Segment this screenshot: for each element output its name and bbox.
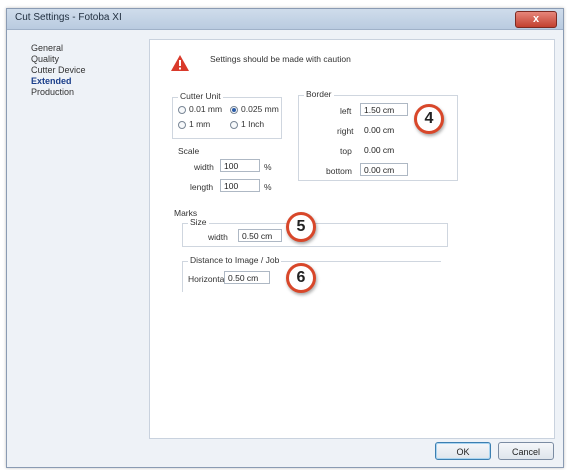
radio-0-01-mm-label: 0.01 mm	[189, 104, 223, 114]
nav-item-cutter-device[interactable]: Cutter Device	[31, 65, 141, 76]
radio-0-025-mm-label: 0.025 mm	[241, 104, 279, 114]
scale-width-input[interactable]: 100	[220, 159, 260, 172]
warning-text: Settings should be made with caution	[210, 54, 351, 64]
horizontal-input[interactable]: 0.50 cm	[224, 271, 270, 284]
horizontal-label: Horizontal	[188, 274, 227, 284]
radio-0-01-mm[interactable]	[178, 106, 186, 114]
close-icon: x	[532, 13, 540, 25]
scale-length-label: length	[190, 182, 214, 192]
border-top-label: top	[340, 146, 352, 156]
cutter-unit-label: Cutter Unit	[178, 91, 223, 101]
marks-width-input[interactable]: 0.50 cm	[238, 229, 282, 242]
radio-1-inch[interactable]	[230, 121, 238, 129]
settings-panel: Settings should be made with caution Cut…	[149, 39, 555, 439]
dialog-window: Cut Settings - Fotoba XI x General Quali…	[6, 8, 564, 468]
scale-length-unit: %	[264, 182, 272, 192]
border-bottom-label: bottom	[326, 166, 352, 176]
border-right-input[interactable]: 0.00 cm	[360, 123, 408, 136]
border-right-label: right	[337, 126, 354, 136]
border-bottom-input[interactable]: 0.00 cm	[360, 163, 408, 176]
settings-nav: General Quality Cutter Device Extended P…	[31, 43, 141, 98]
close-button[interactable]: x	[515, 11, 557, 28]
callout-6: 6	[286, 263, 316, 293]
window-title: Cut Settings - Fotoba XI	[15, 12, 122, 23]
scale-length-input[interactable]: 100	[220, 179, 260, 192]
radio-0-025-mm[interactable]	[230, 106, 238, 114]
scale-width-label: width	[194, 162, 214, 172]
border-label: Border	[304, 89, 334, 99]
radio-1-mm[interactable]	[178, 121, 186, 129]
ok-button[interactable]: OK	[435, 442, 491, 460]
title-bar: Cut Settings - Fotoba XI x	[7, 9, 563, 30]
scale-label: Scale	[178, 146, 200, 156]
border-left-input[interactable]: 1.50 cm	[360, 103, 408, 116]
distance-label: Distance to Image / Job	[188, 255, 282, 265]
nav-item-quality[interactable]: Quality	[31, 54, 141, 65]
scale-width-unit: %	[264, 162, 272, 172]
marks-width-label: width	[208, 232, 228, 242]
warning-icon	[171, 55, 189, 71]
radio-1-inch-label: 1 Inch	[241, 119, 265, 129]
nav-item-extended[interactable]: Extended	[31, 76, 141, 87]
border-top-input[interactable]: 0.00 cm	[360, 143, 408, 156]
cancel-button[interactable]: Cancel	[498, 442, 554, 460]
callout-5: 5	[286, 212, 316, 242]
callout-4: 4	[414, 104, 444, 134]
marks-size-label: Size	[188, 217, 209, 227]
nav-item-production[interactable]: Production	[31, 87, 141, 98]
nav-item-general[interactable]: General	[31, 43, 141, 54]
border-left-label: left	[340, 106, 352, 116]
radio-1-mm-label: 1 mm	[189, 119, 211, 129]
